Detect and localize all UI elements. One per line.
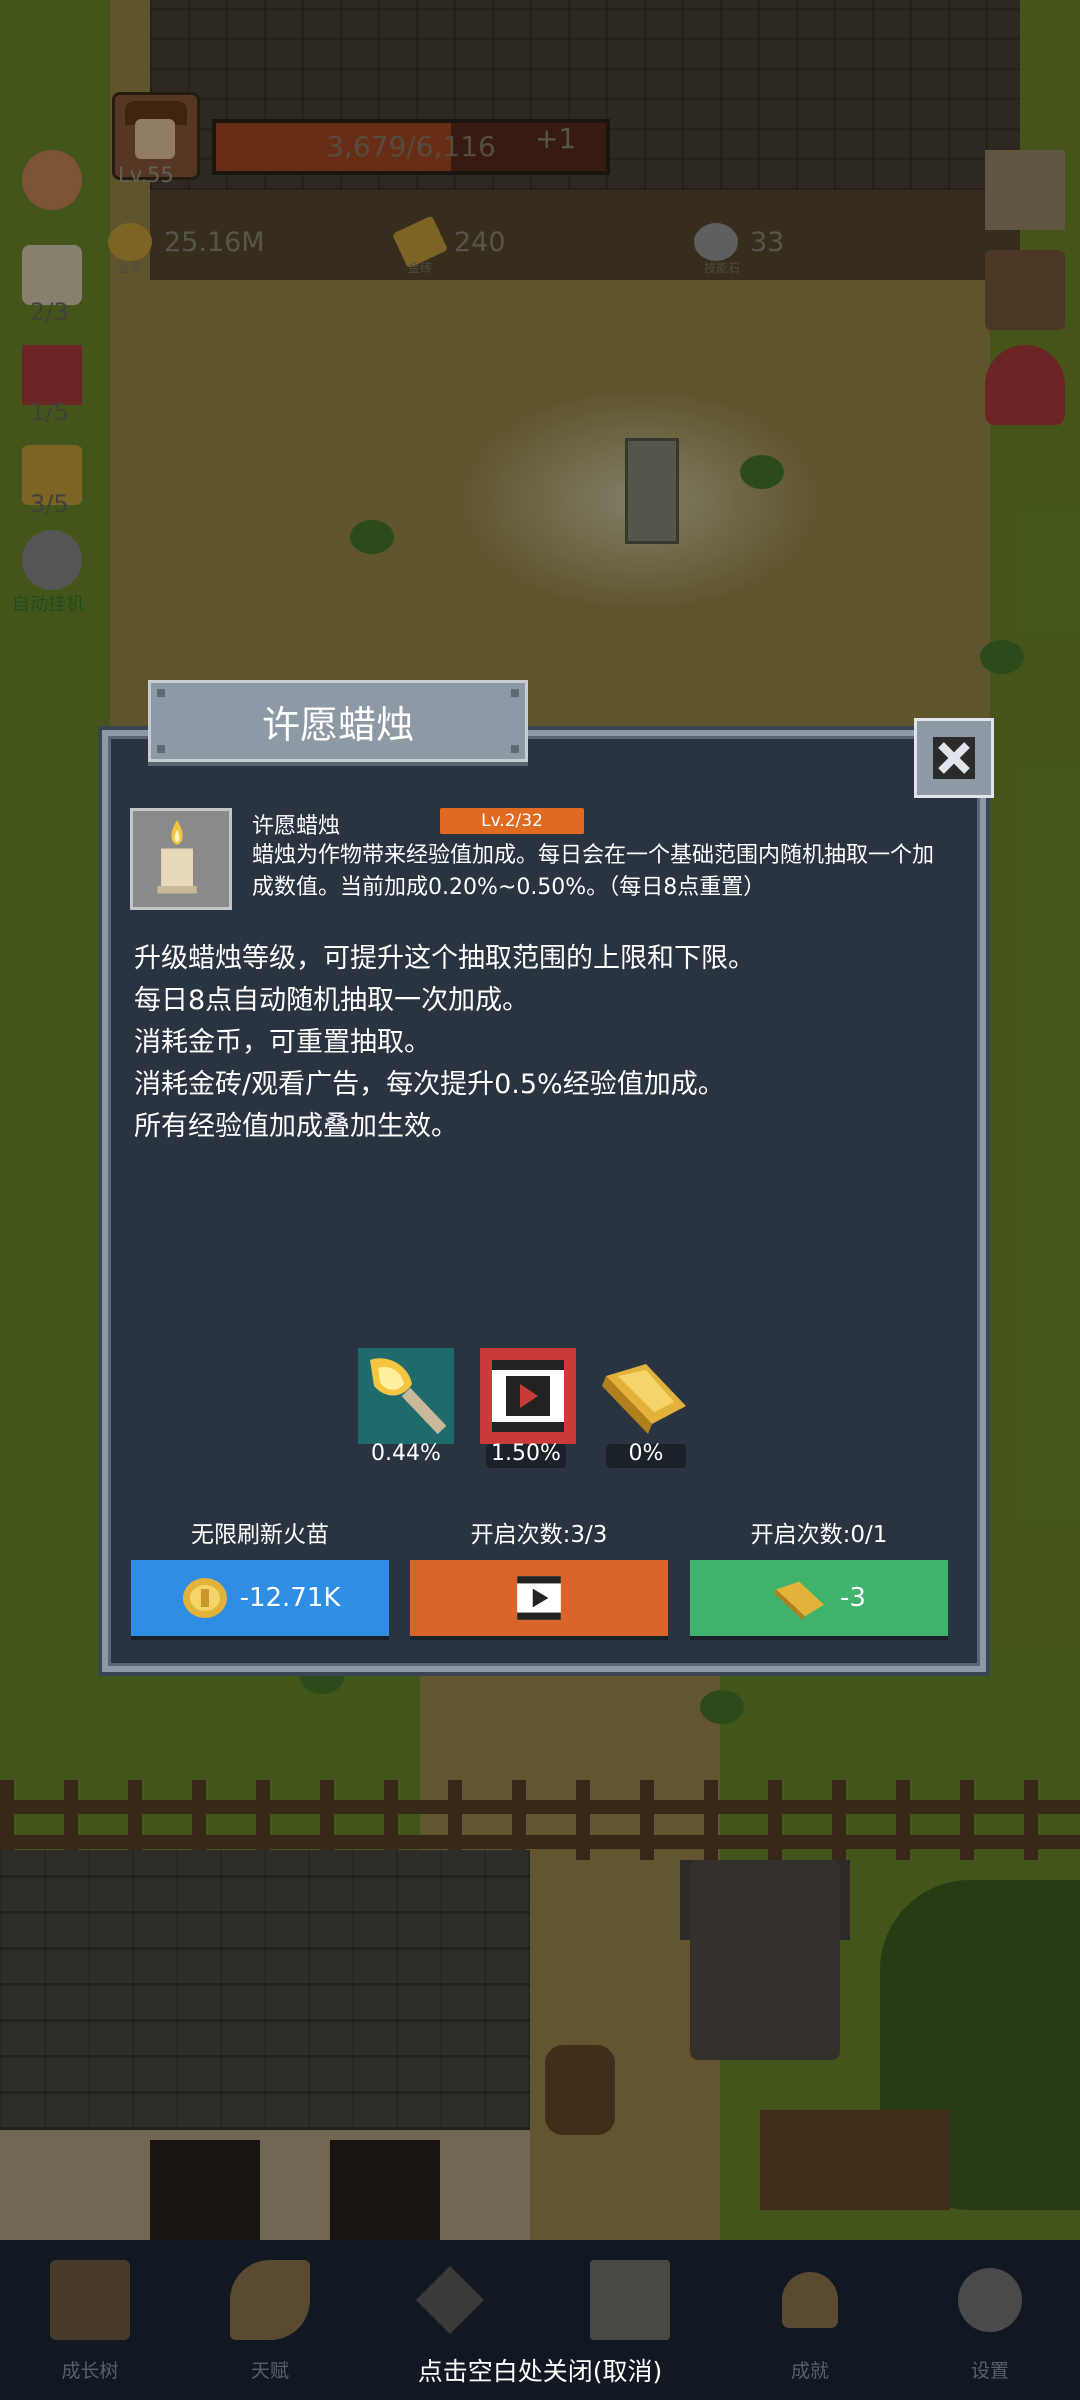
nav-growth-tree[interactable]: 成长树 — [30, 2260, 150, 2390]
refresh-gold-cost: -12.71K — [239, 1583, 341, 1613]
item-name: 许愿蜡烛 — [252, 814, 341, 839]
nav-settings[interactable]: 设置 — [930, 2260, 1050, 2390]
dialog-title: 许愿蜡烛 — [261, 702, 414, 747]
nav-talent[interactable]: 天赋 — [210, 2260, 330, 2390]
rule-line: 消耗金币，可重置抽取。 — [134, 1027, 431, 1058]
nav-label: 成长树 — [61, 2360, 119, 2382]
gold-brick-icon — [774, 1581, 825, 1621]
book-icon — [50, 2260, 130, 2340]
sword-icon — [416, 2266, 484, 2334]
rivet — [157, 689, 165, 697]
rules-list: 升级蜡烛等级，可提升这个抽取范围的上限和下限。 每日8点自动随机抽取一次加成。 … — [134, 938, 954, 1148]
gold-coin-icon — [182, 1578, 227, 1618]
torch-bonus-value: 0.44% — [371, 1441, 441, 1466]
brick-count-label: 开启次数:0/1 — [750, 1522, 888, 1548]
gear-icon — [958, 2268, 1022, 2332]
rule-line: 所有经验值加成叠加生效。 — [134, 1111, 458, 1142]
nav-label: 天赋 — [250, 2360, 289, 2382]
candle-item-icon — [130, 808, 232, 910]
video-icon — [517, 1576, 561, 1620]
use-gold-brick-button[interactable]: -3 — [690, 1560, 948, 1636]
rule-line: 升级蜡烛等级，可提升这个抽取范围的上限和下限。 — [134, 943, 755, 974]
rivet — [157, 745, 165, 753]
video-bonus-value: 1.50% — [491, 1441, 561, 1466]
video-icon — [480, 1348, 576, 1444]
nav-label: 成就 — [790, 2360, 829, 2382]
close-button[interactable] — [914, 718, 994, 798]
nav-achievement[interactable]: 成就 — [750, 2260, 870, 2390]
torch-icon — [358, 1348, 454, 1444]
close-hint: 点击空白处关闭(取消) — [417, 2357, 663, 2386]
refresh-gold-button[interactable]: -12.71K — [131, 1560, 389, 1636]
map-icon — [590, 2260, 670, 2340]
rivet — [511, 689, 519, 697]
video-bonus — [478, 1346, 578, 1446]
item-level-badge: Lv.2/32 — [440, 808, 584, 834]
refresh-label: 无限刷新火苗 — [191, 1522, 329, 1548]
rivet — [511, 745, 519, 753]
candle-icon — [157, 820, 197, 894]
watch-ad-button[interactable] — [410, 1560, 668, 1636]
gold-brick-bonus — [596, 1346, 696, 1446]
nav-label: 设置 — [970, 2360, 1009, 2382]
gold-brick-bonus-value: 0% — [628, 1441, 664, 1466]
key-icon — [782, 2272, 838, 2328]
rule-line: 每日8点自动随机抽取一次加成。 — [134, 985, 530, 1016]
close-icon — [933, 737, 975, 779]
rule-line: 消耗金砖/观看广告，每次提升0.5%经验值加成。 — [134, 1069, 725, 1100]
torch-bonus — [356, 1346, 456, 1446]
gold-brick-icon — [602, 1364, 686, 1434]
ad-count-label: 开启次数:3/3 — [470, 1522, 608, 1548]
scroll-icon — [230, 2260, 310, 2340]
dialog-title-plate: 许愿蜡烛 — [148, 680, 528, 762]
gold-brick-cost: -3 — [840, 1583, 866, 1613]
item-description: 蜡烛为作物带来经验值加成。每日会在一个基础范围内随机抽取一个加成数值。当前加成0… — [252, 843, 935, 900]
